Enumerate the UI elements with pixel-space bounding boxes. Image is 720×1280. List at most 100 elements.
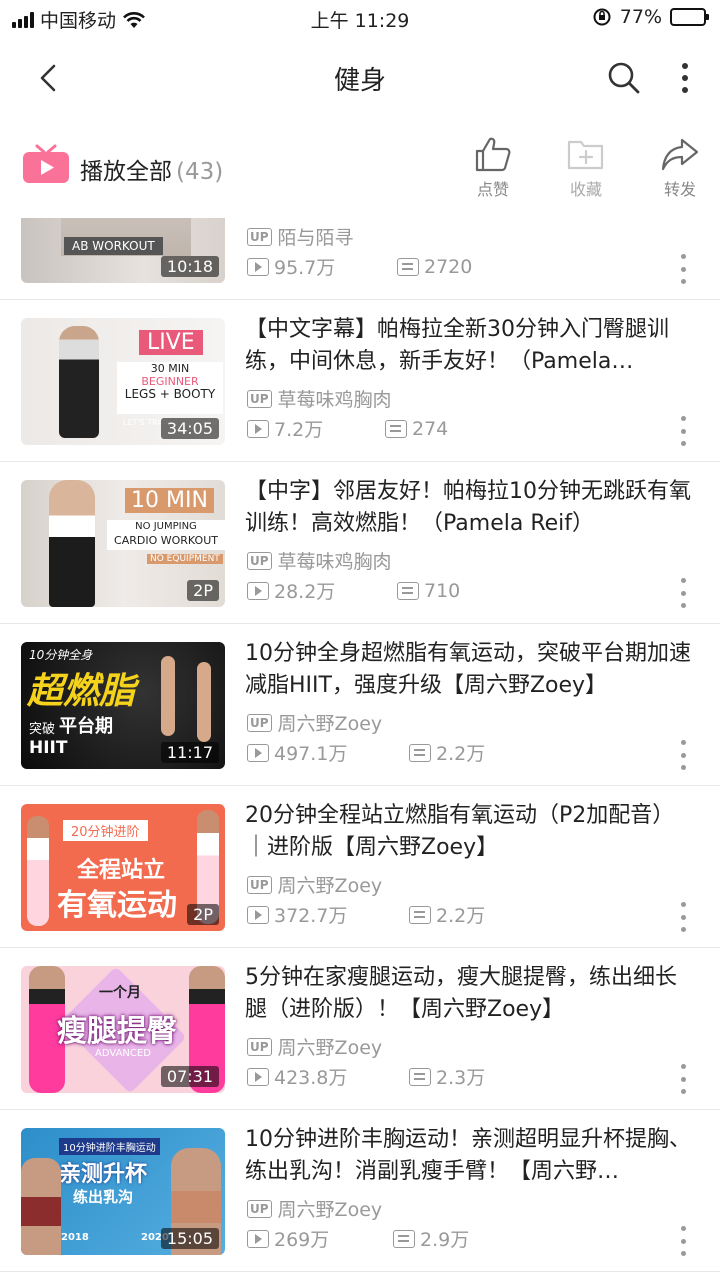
danmaku-count: 710 — [424, 579, 461, 602]
item-more-icon[interactable] — [676, 740, 690, 770]
danmaku-count: 2720 — [424, 255, 473, 278]
up-badge-icon: UP — [247, 1199, 272, 1218]
item-more-icon[interactable] — [676, 1226, 690, 1256]
video-item[interactable]: 10分钟全身 超燃脂 突破 平台期 HIIT 11:17 10分钟全身超燃脂有氧… — [0, 624, 720, 786]
play-count: 497.1万 — [274, 743, 348, 765]
uploader-name: 陌与陌寻 — [277, 227, 354, 249]
uploader[interactable]: UP 陌与陌寻 — [247, 223, 354, 250]
video-duration: 2P — [187, 580, 219, 601]
thumb-caption: 10 MIN — [125, 488, 214, 513]
play-count-icon — [247, 257, 269, 276]
share-button[interactable]: 转发 — [645, 136, 715, 200]
play-count-icon — [247, 1067, 269, 1086]
uploader[interactable]: UP 周六野Zoey — [247, 1033, 382, 1060]
play-count-icon — [247, 743, 269, 762]
video-title[interactable]: 【中文字幕】帕梅拉全新30分钟入门臀腿训练，中间休息，新手友好！（Pamela… — [245, 314, 695, 378]
danmaku-icon — [409, 1067, 431, 1086]
video-title[interactable]: 10分钟进阶丰胸运动！亲测超明显升杯提胸、练出乳沟！消副乳瘦手臂！【周六野… — [245, 1124, 695, 1188]
uploader-name: 草莓味鸡胸肉 — [277, 389, 392, 411]
thumb-caption: ADVANCED — [95, 1048, 151, 1059]
uploader-name: 周六野Zoey — [277, 713, 383, 735]
thumb-caption-box: NO JUMPING CARDIO WORKOUT — [107, 520, 225, 550]
video-title[interactable]: 20分钟全程站立燃脂有氧运动（P2加配音）｜进阶版【周六野Zoey】 — [245, 800, 695, 864]
play-all-button[interactable]: 播放全部 (43) — [80, 152, 223, 186]
play-count: 269万 — [274, 1229, 330, 1251]
up-badge-icon: UP — [247, 713, 272, 732]
thumb-caption: CARDIO WORKOUT — [114, 534, 218, 547]
video-thumbnail[interactable]: 一个月 瘦腿提臀 ADVANCED 07:31 — [21, 966, 225, 1093]
thumb-caption: 有氧运动 — [57, 888, 177, 923]
video-duration: 34:05 — [160, 418, 219, 439]
video-item[interactable]: LIVE 30 MIN BEGINNER LEGS + BOOTY LET'S … — [0, 300, 720, 462]
video-thumbnail[interactable]: 20分钟进阶 全程站立 有氧运动 2P — [21, 804, 225, 931]
video-item[interactable]: 10分钟进阶丰胸运动 亲测升杯 练出乳沟 2018 2020 15:05 10分… — [0, 1110, 720, 1272]
video-title[interactable]: 【中字】邻居友好！帕梅拉10分钟无跳跃有氧训练！高效燃脂！（Pamela Rei… — [245, 476, 695, 540]
thumb-caption: 10分钟进阶丰胸运动 — [59, 1138, 160, 1155]
thumb-caption: 练出乳沟 — [73, 1188, 134, 1206]
video-item[interactable]: AB WORKOUT 10:18 UP 陌与陌寻 95.7万 2720 — [0, 218, 720, 300]
item-more-icon[interactable] — [676, 578, 690, 608]
video-thumbnail[interactable]: 10分钟全身 超燃脂 突破 平台期 HIIT 11:17 — [21, 642, 225, 769]
video-title[interactable]: 10分钟全身超燃脂有氧运动，突破平台期加速减脂HIIT，强度升级【周六野Zoey… — [245, 638, 695, 702]
play-count-icon — [247, 1229, 269, 1248]
thumb-caption: 瘦腿提臀 — [57, 1014, 177, 1049]
danmaku-count: 2.9万 — [420, 1229, 470, 1251]
up-badge-icon: UP — [247, 551, 272, 570]
uploader[interactable]: UP 周六野Zoey — [247, 871, 382, 898]
like-button[interactable]: 点赞 — [458, 136, 528, 200]
status-bar: 中国移动 上午 11:29 77% — [0, 0, 720, 36]
play-count: 95.7万 — [274, 257, 336, 279]
play-count: 7.2万 — [274, 419, 324, 441]
video-stats: 497.1万 2.2万 — [247, 739, 485, 766]
video-item[interactable]: 10 MIN NO JUMPING CARDIO WORKOUT NO EQUI… — [0, 462, 720, 624]
danmaku-count: 274 — [412, 417, 449, 440]
video-duration: 15:05 — [160, 1228, 219, 1249]
video-stats: 269万 2.9万 — [247, 1225, 469, 1252]
play-all-bar: 播放全部 (43) 点赞 收藏 转发 — [0, 130, 720, 210]
video-thumbnail[interactable]: LIVE 30 MIN BEGINNER LEGS + BOOTY LET'S … — [21, 318, 225, 445]
like-label: 点赞 — [476, 180, 509, 199]
nav-header: 健身 — [0, 40, 720, 116]
video-count: (43) — [176, 159, 224, 185]
play-count: 372.7万 — [274, 905, 348, 927]
share-icon — [661, 138, 699, 171]
play-count: 423.8万 — [274, 1067, 348, 1089]
uploader[interactable]: UP 草莓味鸡胸肉 — [247, 547, 392, 574]
item-more-icon[interactable] — [676, 416, 690, 446]
favorite-button[interactable]: 收藏 — [551, 136, 621, 200]
danmaku-count: 2.2万 — [436, 743, 486, 765]
video-thumbnail[interactable]: 10 MIN NO JUMPING CARDIO WORKOUT NO EQUI… — [21, 480, 225, 607]
thumb-caption: 30 MIN — [150, 362, 190, 375]
thumb-caption: LEGS + BOOTY — [124, 387, 216, 401]
uploader[interactable]: UP 周六野Zoey — [247, 709, 382, 736]
video-stats: 95.7万 2720 — [247, 253, 472, 280]
uploader-name: 周六野Zoey — [277, 1199, 383, 1221]
thumb-caption: 20分钟进阶 — [63, 820, 148, 841]
up-badge-icon: UP — [247, 875, 272, 894]
search-icon[interactable] — [604, 58, 644, 98]
uploader[interactable]: UP 草莓味鸡胸肉 — [247, 385, 392, 412]
item-more-icon[interactable] — [676, 254, 690, 284]
video-list[interactable]: AB WORKOUT 10:18 UP 陌与陌寻 95.7万 2720 LIVE … — [0, 218, 720, 1280]
video-item[interactable]: 20分钟进阶 全程站立 有氧运动 2P 20分钟全程站立燃脂有氧运动（P2加配音… — [0, 786, 720, 948]
uploader[interactable]: UP 周六野Zoey — [247, 1195, 382, 1222]
battery-icon — [670, 8, 709, 26]
uploader-name: 草莓味鸡胸肉 — [277, 551, 392, 573]
item-more-icon[interactable] — [676, 902, 690, 932]
thumb-caption: LIVE — [139, 330, 203, 355]
video-item[interactable]: 一个月 瘦腿提臀 ADVANCED 07:31 5分钟在家瘦腿运动，瘦大腿提臀，… — [0, 948, 720, 1110]
play-all-icon[interactable] — [22, 144, 70, 184]
more-options-icon[interactable] — [668, 58, 702, 98]
play-all-label: 播放全部 — [80, 159, 172, 185]
up-badge-icon: UP — [247, 1037, 272, 1056]
thumbs-up-icon — [475, 137, 511, 172]
video-thumbnail[interactable]: 10分钟进阶丰胸运动 亲测升杯 练出乳沟 2018 2020 15:05 — [21, 1128, 225, 1255]
video-title[interactable]: 5分钟在家瘦腿运动，瘦大腿提臀，练出细长腿（进阶版）！【周六野Zoey】 — [245, 962, 695, 1026]
thumb-caption-box: 30 MIN BEGINNER LEGS + BOOTY — [117, 362, 223, 414]
thumb-caption: 一个月 — [99, 985, 141, 1001]
thumb-caption: 平台期 — [59, 716, 113, 737]
danmaku-icon — [409, 743, 431, 762]
video-thumbnail[interactable]: AB WORKOUT 10:18 — [21, 218, 225, 283]
video-stats: 423.8万 2.3万 — [247, 1063, 485, 1090]
item-more-icon[interactable] — [676, 1064, 690, 1094]
